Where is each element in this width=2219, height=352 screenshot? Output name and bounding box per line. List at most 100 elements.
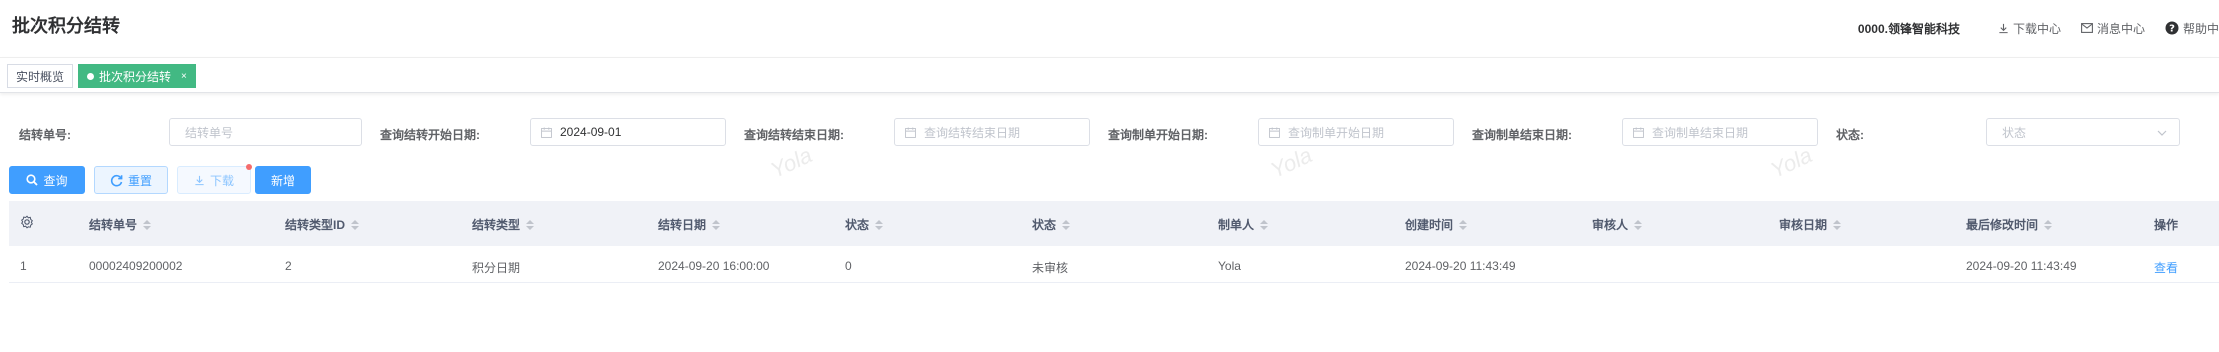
row-index: 1 <box>20 259 27 273</box>
column-settings-icon[interactable] <box>20 215 34 229</box>
column-header-type-id[interactable]: 结转类型ID <box>285 216 360 233</box>
sort-icon[interactable] <box>1260 219 1269 230</box>
column-header-created-at[interactable]: 创建时间 <box>1405 216 1468 233</box>
tag-label: 实时概览 <box>16 69 65 84</box>
help-icon: ? <box>2165 21 2179 35</box>
mail-icon <box>2081 23 2093 33</box>
header-actions: 0000.领锋智能科技 下载中心 消息中心 ? 帮助中 <box>1858 18 2219 38</box>
download-icon <box>1999 23 2008 33</box>
download-button[interactable]: 下载 <box>177 166 251 194</box>
transfer-start-date-picker[interactable]: 2024-09-01 <box>530 118 726 146</box>
status-select[interactable]: 状态 <box>1986 118 2180 146</box>
cell-created-at: 2024-09-20 11:43:49 <box>1405 259 1516 273</box>
transfer-no-label: 结转单号: <box>19 128 71 142</box>
column-label: 状态 <box>1032 218 1057 232</box>
tags-view-bar: 实时概览 批次积分结转 × <box>0 57 2219 93</box>
column-label: 最后修改时间 <box>1966 218 2039 232</box>
reset-button[interactable]: 重置 <box>94 166 168 194</box>
sort-icon[interactable] <box>1459 219 1468 230</box>
column-label: 结转类型ID <box>285 218 346 232</box>
sort-icon[interactable] <box>875 219 884 230</box>
cell-creator: Yola <box>1218 259 1241 273</box>
svg-text:?: ? <box>2169 24 2175 35</box>
transfer-end-date-label: 查询结转结束日期: <box>744 128 844 142</box>
column-header-actions: 操作 <box>2154 216 2178 233</box>
top-header: 批次积分结转 0000.领锋智能科技 下载中心 消息中心 ? 帮助中 <box>0 0 2219 54</box>
calendar-icon <box>905 126 916 138</box>
download-icon <box>195 175 204 185</box>
column-header-audit-date[interactable]: 审核日期 <box>1779 216 1842 233</box>
column-label: 创建时间 <box>1405 218 1454 232</box>
refresh-icon <box>110 174 123 186</box>
column-label: 结转单号 <box>89 218 138 232</box>
transfer-start-date-label: 查询结转开始日期: <box>380 128 480 142</box>
sort-icon[interactable] <box>1634 219 1643 230</box>
column-label: 操作 <box>2154 218 2179 232</box>
tag-label: 批次积分结转 <box>99 69 172 84</box>
create-start-date-label: 查询制单开始日期: <box>1108 128 1208 142</box>
page-title: 批次积分结转 <box>12 16 120 36</box>
create-end-date-label: 查询制单结束日期: <box>1472 128 1572 142</box>
column-header-date[interactable]: 结转日期 <box>658 216 721 233</box>
view-link[interactable]: 查看 <box>2154 259 2178 276</box>
column-header-modified-at[interactable]: 最后修改时间 <box>1966 216 2053 233</box>
notification-dot <box>246 164 252 170</box>
sort-icon[interactable] <box>351 219 360 230</box>
column-label: 审核日期 <box>1779 218 1828 232</box>
org-name[interactable]: 0000.领锋智能科技 <box>1858 20 1960 37</box>
column-label: 制单人 <box>1218 218 1255 232</box>
sort-icon[interactable] <box>526 219 535 230</box>
column-label: 审核人 <box>1592 218 1629 232</box>
placeholder: 结转单号 <box>185 125 234 140</box>
column-label: 结转类型 <box>472 218 521 232</box>
close-icon[interactable]: × <box>181 71 187 82</box>
status-label: 状态: <box>1836 128 1864 142</box>
column-header-status[interactable]: 状态 <box>1032 216 1071 233</box>
calendar-icon <box>1269 126 1280 138</box>
cell-status-code: 0 <box>845 259 852 273</box>
sort-icon[interactable] <box>143 219 152 230</box>
create-start-date-picker[interactable]: 查询制单开始日期 <box>1258 118 1454 146</box>
watermark: Yola <box>1766 142 1816 183</box>
cell-modified-at: 2024-09-20 11:43:49 <box>1966 259 2077 273</box>
active-dot-icon <box>87 72 94 80</box>
column-header-creator[interactable]: 制单人 <box>1218 216 1269 233</box>
add-button[interactable]: 新增 <box>255 166 311 194</box>
transfer-no-input[interactable]: 结转单号 <box>169 118 362 146</box>
download-center-link[interactable]: 下载中心 <box>1998 20 2061 37</box>
column-header-auditor[interactable]: 审核人 <box>1592 216 1643 233</box>
sort-icon[interactable] <box>1062 219 1071 230</box>
query-button[interactable]: 查询 <box>9 166 85 194</box>
chevron-down-icon <box>2157 130 2167 136</box>
tag-batch-points-transfer[interactable]: 批次积分结转 × <box>78 64 196 88</box>
sort-icon[interactable] <box>1833 219 1842 230</box>
transfer-end-date-picker[interactable]: 查询结转结束日期 <box>894 118 1090 146</box>
column-header-transfer-no[interactable]: 结转单号 <box>89 216 152 233</box>
reset-label: 重置 <box>127 173 152 188</box>
column-label: 状态 <box>845 218 870 232</box>
download-label: 下载 <box>209 173 234 188</box>
create-end-date-picker[interactable]: 查询制单结束日期 <box>1622 118 1818 146</box>
help-center-label: 帮助中 <box>2182 21 2219 36</box>
help-center-link[interactable]: ? 帮助中 <box>2165 20 2219 37</box>
download-center-label: 下载中心 <box>2012 21 2061 36</box>
placeholder: 查询结转结束日期 <box>924 125 1021 140</box>
cell-type-id: 2 <box>285 259 292 273</box>
sort-icon[interactable] <box>2044 219 2053 230</box>
message-center-label: 消息中心 <box>2096 21 2145 36</box>
column-header-type[interactable]: 结转类型 <box>472 216 535 233</box>
sort-icon[interactable] <box>712 219 721 230</box>
placeholder: 状态 <box>2002 125 2027 140</box>
cell-status: 未审核 <box>1032 261 1069 275</box>
cell-transfer-no: 00002409200002 <box>89 259 183 273</box>
message-center-link[interactable]: 消息中心 <box>2081 20 2145 37</box>
cell-type: 积分日期 <box>472 261 521 275</box>
column-header-status-code[interactable]: 状态 <box>845 216 884 233</box>
column-label: 结转日期 <box>658 218 707 232</box>
calendar-icon <box>1633 126 1644 138</box>
tag-realtime-overview[interactable]: 实时概览 <box>7 64 74 88</box>
watermark: Yola <box>1266 142 1316 183</box>
table-row[interactable]: 1 00002409200002 2 积分日期 2024-09-20 16:00… <box>9 246 2219 283</box>
add-label: 新增 <box>270 173 295 188</box>
filter-form: 结转单号: 结转单号 查询结转开始日期: 2024-09-01 查询结转结束日期… <box>0 118 2219 148</box>
